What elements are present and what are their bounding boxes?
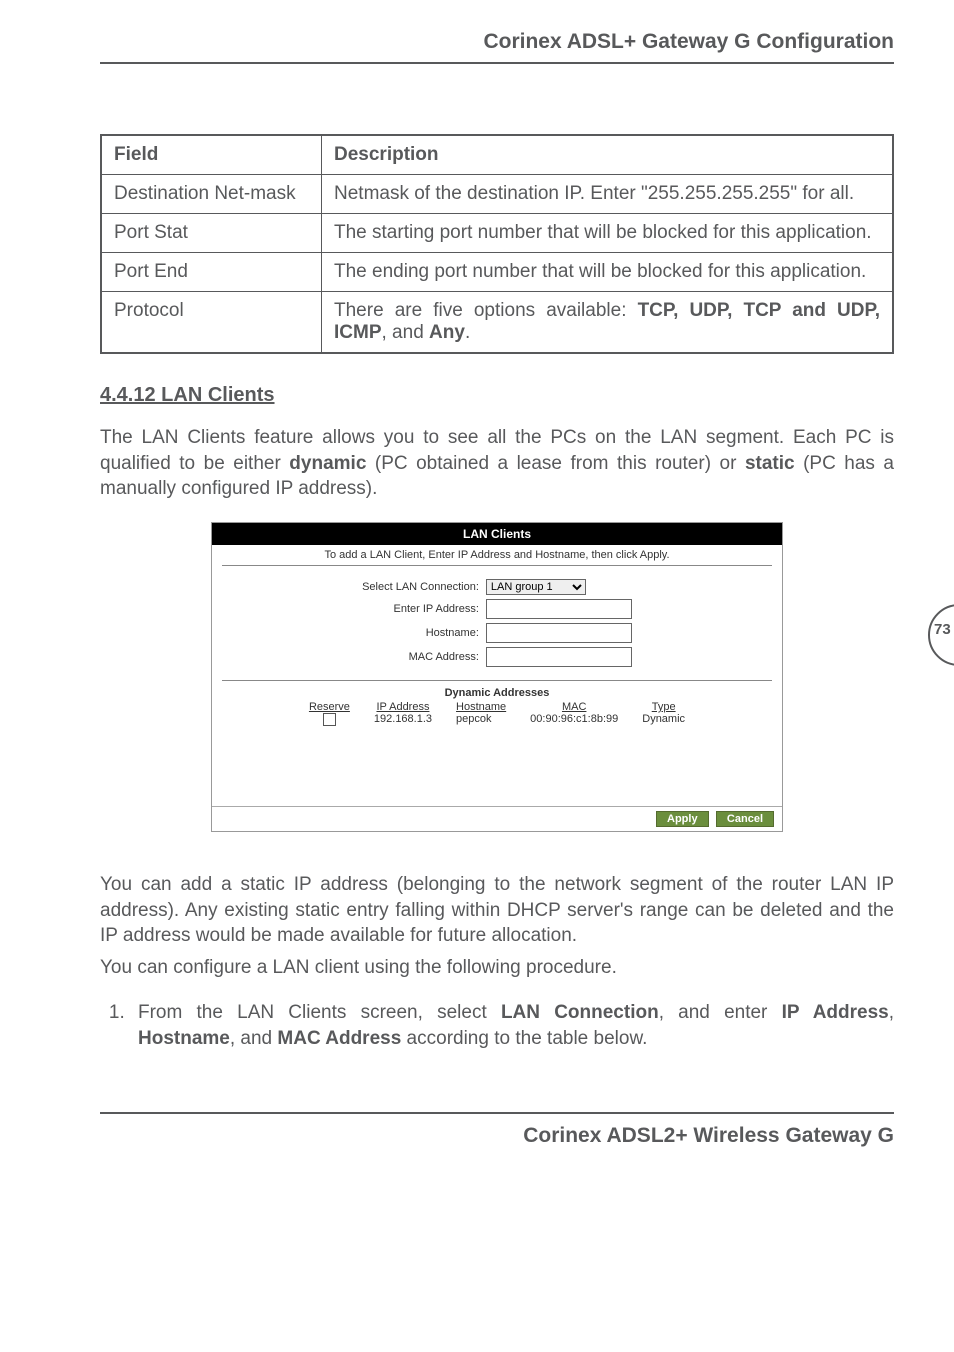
table-row: Port Stat The starting port number that … — [101, 214, 893, 253]
text-bold: static — [745, 453, 795, 474]
lan-form: Select LAN Connection: LAN group 1 Enter… — [222, 565, 772, 681]
cell-ip: 192.168.1.3 — [362, 713, 444, 726]
label-mac-address: MAC Address: — [361, 646, 483, 668]
lan-clients-panel: LAN Clients To add a LAN Client, Enter I… — [211, 522, 783, 832]
text-bold: Hostname — [138, 1028, 230, 1049]
text-bold: MAC Address — [277, 1028, 401, 1049]
page-number: 73 — [934, 621, 951, 638]
table-row: Port End The ending port number that wil… — [101, 253, 893, 292]
dynamic-addresses-table: Reserve IP Address Hostname MAC Type 192… — [297, 701, 697, 726]
th-field: Field — [101, 135, 322, 175]
cell-field: Protocol — [101, 292, 322, 354]
text: , — [889, 1002, 894, 1023]
paragraph: You can configure a LAN client using the… — [100, 955, 894, 981]
dynamic-addresses-heading: Dynamic Addresses — [212, 687, 782, 699]
table-row: 192.168.1.3 pepcok 00:90:96:c1:8b:99 Dyn… — [297, 713, 697, 726]
cancel-button[interactable]: Cancel — [716, 811, 774, 827]
th-mac: MAC — [518, 701, 630, 713]
apply-button[interactable]: Apply — [656, 811, 709, 827]
cell-desc: The ending port number that will be bloc… — [322, 253, 894, 292]
cell-desc: Netmask of the destination IP. Enter "25… — [322, 175, 894, 214]
page-number-tab: 73 — [904, 600, 954, 670]
procedure-list: From the LAN Clients screen, select LAN … — [100, 1000, 894, 1051]
cell-hostname: pepcok — [444, 713, 518, 726]
cell-field: Port Stat — [101, 214, 322, 253]
text: , and — [382, 322, 430, 343]
text-bold: IP Address — [782, 1002, 889, 1023]
cell-desc: There are five options available: TCP, U… — [322, 292, 894, 354]
th-ip: IP Address — [362, 701, 444, 713]
text-bold: LAN Connection — [501, 1002, 659, 1023]
text-bold: dynamic — [289, 453, 366, 474]
paragraph: You can add a static IP address (belongi… — [100, 872, 894, 949]
th-hostname: Hostname — [444, 701, 518, 713]
text: . — [465, 322, 470, 343]
text-bold: Any — [429, 322, 465, 343]
text: , and — [230, 1028, 278, 1049]
th-description: Description — [322, 135, 894, 175]
input-hostname[interactable] — [486, 623, 632, 643]
table-row: Protocol There are five options availabl… — [101, 292, 893, 354]
th-reserve: Reserve — [297, 701, 362, 713]
text: There are five options available: — [334, 300, 638, 321]
text: according to the table below. — [401, 1028, 647, 1049]
label-hostname: Hostname: — [361, 622, 483, 644]
label-select-connection: Select LAN Connection: — [361, 578, 483, 596]
input-mac-address[interactable] — [486, 647, 632, 667]
lan-buttons-bar: Apply Cancel — [212, 806, 782, 831]
page-footer: Corinex ADSL2+ Wireless Gateway G — [100, 1112, 894, 1148]
text: From the LAN Clients screen, select — [138, 1002, 501, 1023]
cell-desc: The starting port number that will be bl… — [322, 214, 894, 253]
table-row: Destination Net-mask Netmask of the dest… — [101, 175, 893, 214]
select-lan-connection[interactable]: LAN group 1 — [486, 579, 586, 595]
field-description-table: Field Description Destination Net-mask N… — [100, 134, 894, 354]
intro-paragraph: The LAN Clients feature allows you to se… — [100, 425, 894, 502]
cell-type: Dynamic — [630, 713, 697, 726]
reserve-checkbox[interactable] — [323, 713, 336, 726]
lan-panel-title: LAN Clients — [212, 523, 782, 545]
lan-panel-instruction: To add a LAN Client, Enter IP Address an… — [212, 545, 782, 565]
text: , and enter — [659, 1002, 782, 1023]
th-type: Type — [630, 701, 697, 713]
section-heading: 4.4.12 LAN Clients — [100, 384, 894, 407]
page-header: Corinex ADSL+ Gateway G Configuration — [100, 30, 894, 64]
cell-mac: 00:90:96:c1:8b:99 — [518, 713, 630, 726]
label-ip-address: Enter IP Address: — [361, 598, 483, 620]
list-item: From the LAN Clients screen, select LAN … — [130, 1000, 894, 1051]
cell-field: Destination Net-mask — [101, 175, 322, 214]
cell-field: Port End — [101, 253, 322, 292]
text: (PC obtained a lease from this router) o… — [366, 453, 745, 474]
input-ip-address[interactable] — [486, 599, 632, 619]
